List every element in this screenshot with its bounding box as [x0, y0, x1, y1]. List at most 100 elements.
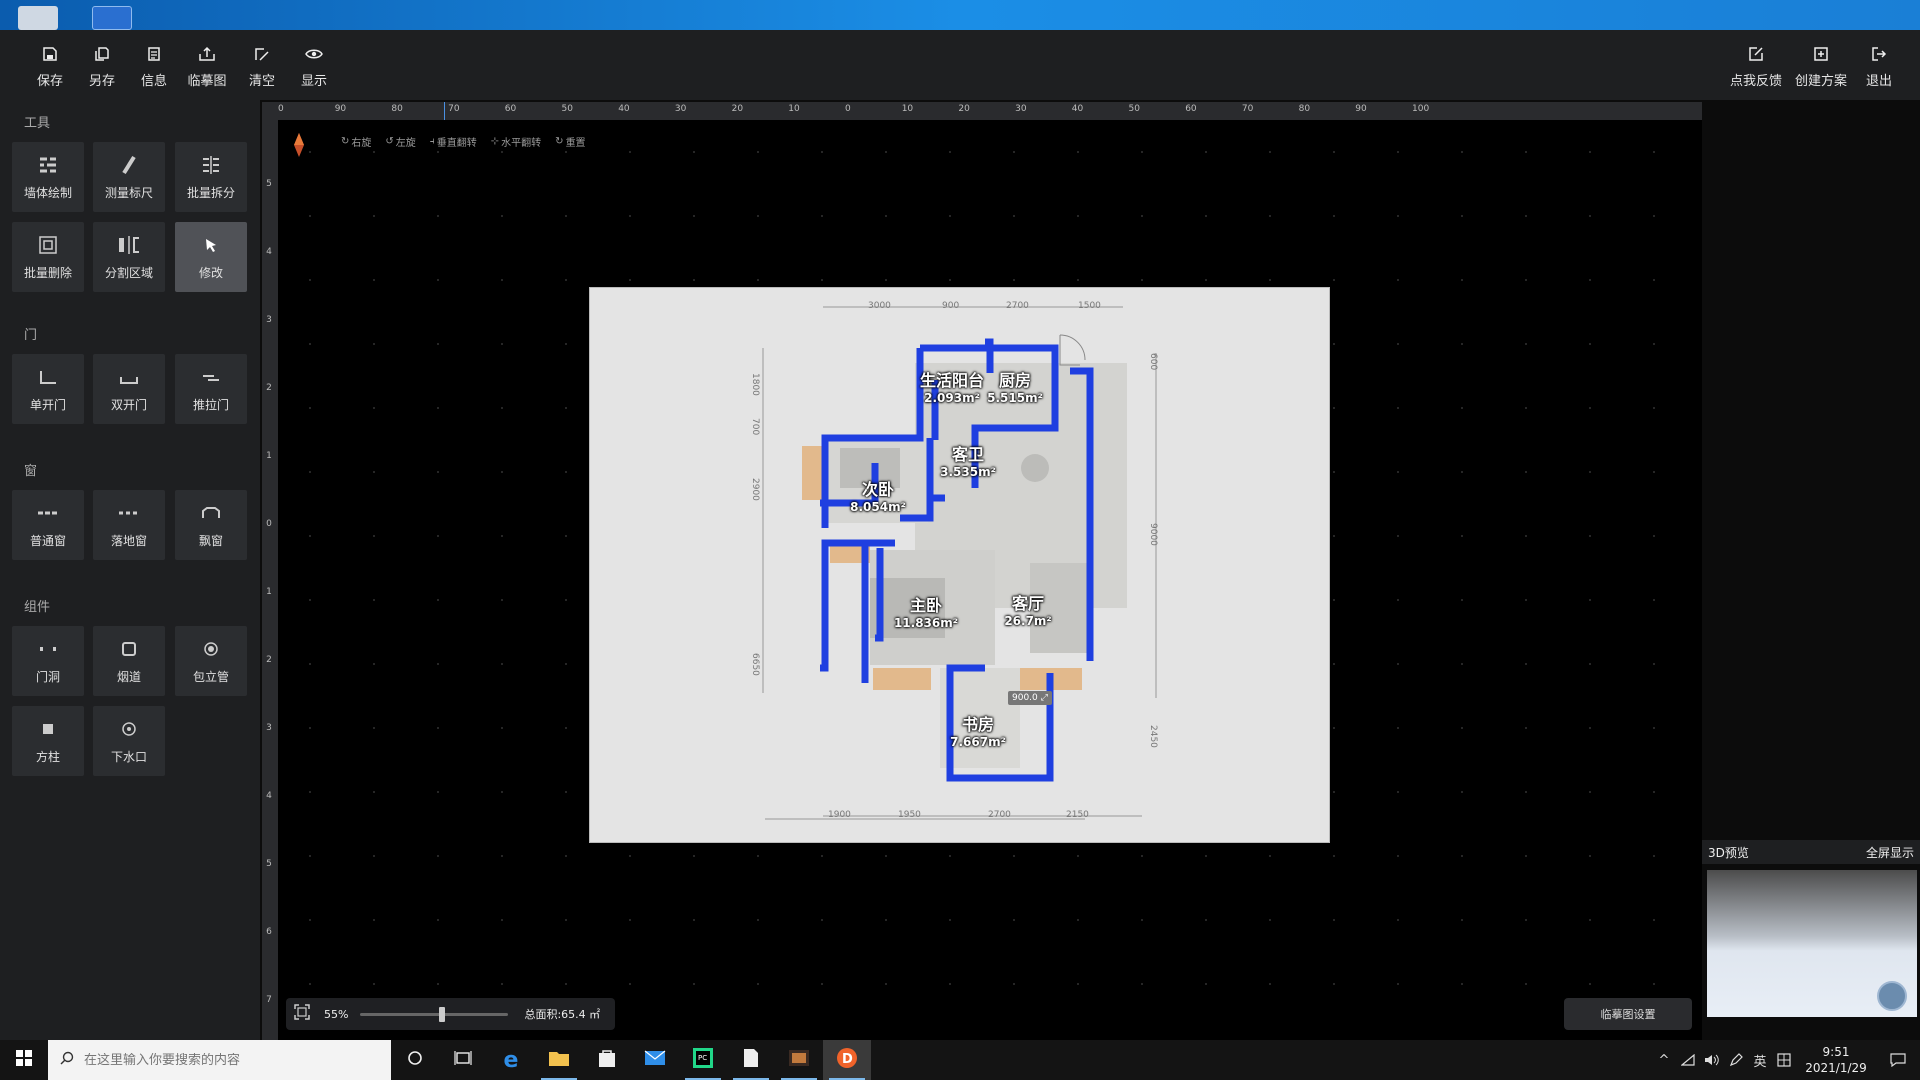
tool-modify[interactable]: 修改 [175, 222, 247, 292]
ruler-corner [262, 102, 278, 120]
pen-icon[interactable] [1724, 1040, 1748, 1080]
drawing-canvas[interactable]: ↻ 右旋 ↺ 左旋 ⫞ 垂直翻转 ⊹ 水平翻转 ↻ 重置 3000 900 27… [278, 120, 1702, 1040]
tool-batch-delete[interactable]: 批量删除 [12, 222, 84, 292]
total-area: 总面积:65.4 ㎡ [524, 1008, 601, 1021]
rotate-left-icon: ↺ [385, 136, 394, 147]
taskbar-edge[interactable]: e [487, 1040, 535, 1080]
ime-indicator[interactable]: 英 [1748, 1040, 1772, 1080]
taskbar-file-explorer[interactable] [535, 1040, 583, 1080]
taskbar-app[interactable] [775, 1040, 823, 1080]
room-second-bedroom[interactable]: 次卧 8.054m² [838, 476, 918, 514]
tool-door-opening[interactable]: 门洞 [12, 626, 84, 696]
tray-expand-icon[interactable]: ^ [1652, 1040, 1676, 1080]
tool-pipe-cover[interactable]: 包立管 [175, 626, 247, 696]
right-panel: 3D预览 全屏显示 [1702, 100, 1920, 1040]
room-kitchen[interactable]: 厨房 5.515m² [975, 367, 1055, 405]
zoom-slider[interactable] [360, 1006, 509, 1022]
trace-image-button[interactable]: 临摹图 [184, 44, 230, 89]
floor-window-icon [117, 502, 141, 524]
eye-icon [303, 44, 325, 64]
tool-double-door[interactable]: 双开门 [93, 354, 165, 424]
room-study[interactable]: 书房 7.667m² [938, 711, 1018, 749]
taskbar-mail[interactable] [631, 1040, 679, 1080]
3d-preview[interactable] [1707, 870, 1917, 1017]
tool-batch-split[interactable]: 批量拆分 [175, 142, 247, 212]
chat-bubble-icon[interactable] [1877, 981, 1907, 1011]
rotate-left-button[interactable]: ↺ 左旋 [385, 134, 415, 149]
tool-split-area[interactable]: 分割区域 [93, 222, 165, 292]
taskbar-search[interactable] [48, 1040, 391, 1080]
room-master-bedroom[interactable]: 主卧 11.836m² [886, 592, 966, 630]
compass-icon [292, 132, 306, 162]
section-title-tools: 工具 [24, 116, 51, 131]
ruler-h-label: 30 [674, 104, 687, 114]
save-button[interactable]: 保存 [27, 44, 73, 89]
fit-view-button[interactable] [286, 998, 318, 1030]
start-button[interactable] [0, 1040, 48, 1080]
display-button[interactable]: 显示 [291, 44, 337, 89]
single-door-icon [36, 366, 60, 388]
network-icon[interactable] [1676, 1040, 1700, 1080]
clear-icon [251, 44, 273, 64]
flip-vertical-button[interactable]: ⫞ 垂直翻转 [430, 134, 477, 149]
taskbar-pycharm[interactable]: PC [679, 1040, 727, 1080]
taskbar-store[interactable] [583, 1040, 631, 1080]
system-clock[interactable]: 9:51 2021/1/29 [1796, 1044, 1876, 1076]
rotate-right-button[interactable]: ↻ 右旋 [341, 134, 371, 149]
svg-text:PC: PC [698, 1054, 707, 1062]
info-button[interactable]: 信息 [131, 44, 177, 89]
fullscreen-button[interactable]: 全屏显示 [1866, 844, 1914, 861]
tool-measure-ruler[interactable]: 测量标尺 [93, 142, 165, 212]
notification-icon[interactable] [1876, 1040, 1920, 1080]
app-window-icon [788, 1049, 810, 1071]
tool-bay-window[interactable]: 飘窗 [175, 490, 247, 560]
door-width-input[interactable]: 900.0 ⤢ [1008, 691, 1052, 705]
desktop-app-icon[interactable] [92, 6, 132, 30]
search-input[interactable] [84, 1052, 364, 1068]
ruler-h-label: 20 [731, 104, 744, 114]
rotate-right-icon: ↻ [341, 136, 350, 147]
reset-button[interactable]: ↻ 重置 [555, 134, 585, 149]
tool-sliding-door[interactable]: 推拉门 [175, 354, 247, 424]
feedback-button[interactable]: 点我反馈 [1730, 44, 1782, 89]
tool-panel: 工具 墙体绘制 测量标尺 批量拆分 批量删除 分割区域 修改 门 单开门 双开门… [0, 100, 260, 1040]
taskbar-document[interactable] [727, 1040, 775, 1080]
task-view-button[interactable] [439, 1040, 487, 1080]
volume-icon[interactable] [1700, 1040, 1724, 1080]
tool-window[interactable]: 普通窗 [12, 490, 84, 560]
flip-horizontal-button[interactable]: ⊹ 水平翻转 [491, 134, 541, 149]
clear-button[interactable]: 清空 [239, 44, 285, 89]
ime-mode-icon[interactable] [1772, 1040, 1796, 1080]
tool-wall-draw[interactable]: 墙体绘制 [12, 142, 84, 212]
floor-plan-image[interactable]: 3000 900 2700 1500 1900 1950 2700 2150 1… [589, 287, 1330, 843]
cortana-button[interactable] [391, 1040, 439, 1080]
create-plan-button[interactable]: 创建方案 [1795, 44, 1847, 89]
dim-bottom-1: 1900 [828, 810, 851, 820]
ruler-h-label: 10 [901, 104, 914, 114]
taskbar-active-app[interactable]: D [823, 1040, 871, 1080]
search-icon [60, 1051, 74, 1069]
tool-flue[interactable]: 烟道 [93, 626, 165, 696]
tool-floor-window[interactable]: 落地窗 [93, 490, 165, 560]
dim-top-2: 900 [942, 301, 960, 311]
ruler-icon [117, 154, 141, 176]
tool-single-door[interactable]: 单开门 [12, 354, 84, 424]
task-view-icon [454, 1050, 472, 1070]
recycle-bin-icon[interactable] [18, 6, 58, 30]
dim-bottom-4: 2150 [1066, 810, 1089, 820]
tool-column[interactable]: 方柱 [12, 706, 84, 776]
ruler-h-label: 70 [1241, 104, 1254, 114]
bay-window-icon [199, 502, 223, 524]
ruler-v-label: 0 [266, 519, 272, 529]
section-title-doors: 门 [24, 328, 38, 343]
save-as-button[interactable]: 另存 [79, 44, 125, 89]
room-guest-bathroom[interactable]: 客卫 3.535m² [928, 441, 1008, 479]
room-living-room[interactable]: 客厅 26.7m² [988, 590, 1068, 628]
zoom-slider-knob[interactable] [438, 1006, 445, 1022]
ruler-v-label: 1 [266, 587, 272, 597]
ruler-v-label: 3 [266, 315, 272, 325]
mail-icon [644, 1050, 666, 1070]
trace-settings-button[interactable]: 临摹图设置 [1564, 998, 1692, 1030]
tool-drain[interactable]: 下水口 [93, 706, 165, 776]
exit-button[interactable]: 退出 [1856, 44, 1902, 89]
